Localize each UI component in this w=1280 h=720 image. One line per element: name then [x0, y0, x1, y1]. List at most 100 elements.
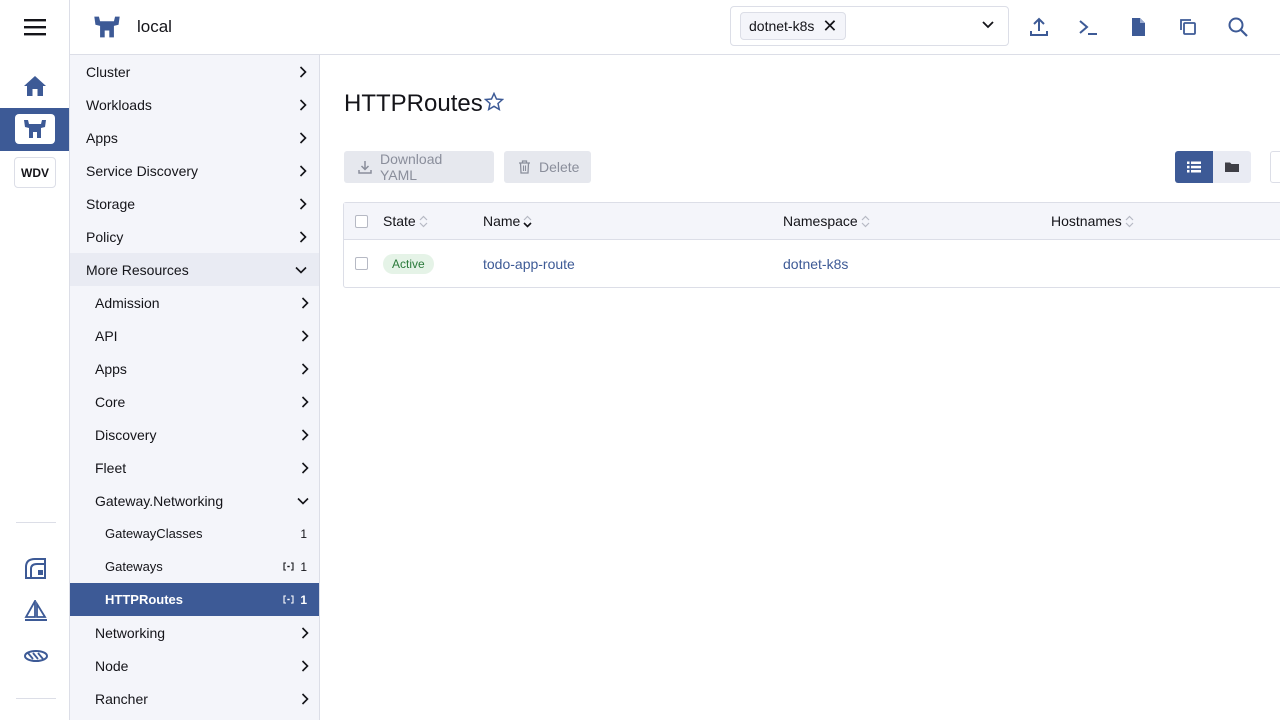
nav-group-fleet[interactable]: Fleet — [70, 451, 319, 484]
chevron-right-icon — [301, 693, 309, 705]
nav-group-label: Core — [95, 393, 126, 410]
list-icon — [1187, 161, 1201, 173]
delete-label: Delete — [539, 159, 580, 175]
nav-group-label: Fleet — [95, 459, 127, 476]
nav-group-rancher[interactable]: Rancher — [70, 682, 319, 715]
status-badge: Active — [383, 253, 434, 274]
column-hostnames-label: Hostnames — [1051, 213, 1122, 229]
chevron-right-icon — [301, 330, 309, 342]
select-all-checkbox[interactable] — [355, 203, 368, 239]
resource-count: 1 — [283, 560, 307, 574]
nav-item-label: Service Discovery — [86, 162, 199, 179]
chevron-down-icon[interactable] — [982, 21, 994, 29]
nav-group-networking[interactable]: Networking — [70, 616, 319, 649]
download-yaml-label: Download YAML — [380, 151, 443, 183]
cluster-name: local — [137, 17, 172, 36]
sort-icon — [1125, 215, 1134, 228]
chevron-right-icon — [299, 132, 307, 144]
nav-group-label: Gateway.Networking — [95, 492, 224, 509]
nav-group-node[interactable]: Node — [70, 649, 319, 682]
chevron-right-icon — [299, 165, 307, 177]
nav-group-core[interactable]: Core — [70, 385, 319, 418]
nav-group-discovery[interactable]: Discovery — [70, 418, 319, 451]
favorite-star-icon[interactable] — [484, 92, 504, 112]
nav-item-cluster[interactable]: Cluster — [70, 55, 319, 88]
chevron-down-icon — [295, 266, 307, 274]
kubectl-shell-icon[interactable] — [1077, 16, 1099, 38]
virtualization-icon[interactable] — [23, 644, 49, 668]
chevron-right-icon — [299, 231, 307, 243]
resource-table: State Name Namespace Hostnames Active to… — [343, 202, 1280, 288]
table-search-input[interactable] — [1270, 151, 1280, 183]
chevron-down-icon — [297, 497, 309, 505]
resource-count: 1 — [300, 527, 307, 541]
delete-button[interactable]: Delete — [504, 151, 591, 183]
nav-item-workloads[interactable]: Workloads — [70, 88, 319, 121]
row-checkbox[interactable] — [355, 240, 368, 287]
nav-group-api[interactable]: API — [70, 319, 319, 352]
namespace-filter-select[interactable]: dotnet-k8s ✕ — [730, 6, 1009, 46]
download-icon — [358, 160, 372, 174]
cluster-wdv-button[interactable]: WDV — [14, 157, 56, 188]
nav-group-label: Rancher — [95, 690, 148, 707]
nav-item-label: HTTPRoutes — [105, 592, 183, 607]
chevron-right-icon — [301, 396, 309, 408]
nav-group-label: Apps — [95, 360, 127, 377]
column-namespace-label: Namespace — [783, 213, 858, 229]
nav-item-label: Policy — [86, 228, 124, 245]
resource-name-link[interactable]: todo-app-route — [483, 256, 575, 272]
group-by-namespace-button[interactable] — [1213, 151, 1251, 183]
count-value: 1 — [300, 592, 307, 607]
rail-divider-bottom — [16, 698, 56, 699]
nav-item-label: Workloads — [86, 96, 152, 113]
namespace-chip-label: dotnet-k8s — [749, 18, 815, 34]
namespace-chip: dotnet-k8s ✕ — [740, 12, 847, 40]
import-yaml-upload-icon[interactable] — [1028, 16, 1050, 38]
nav-item-storage[interactable]: Storage — [70, 187, 319, 220]
nav-item-label: Storage — [86, 195, 136, 212]
table-row: Active todo-app-route dotnet-k8s — [344, 240, 1280, 287]
download-yaml-button[interactable]: Download YAML — [344, 151, 494, 183]
download-kubeconfig-file-icon[interactable] — [1127, 16, 1149, 38]
column-state-label: State — [383, 213, 416, 229]
nav-group-label: Admission — [95, 294, 160, 311]
nav-item-gateways[interactable]: Gateways 1 — [70, 550, 319, 583]
nav-group-gateway-networking[interactable]: Gateway.Networking — [70, 484, 319, 517]
nav-item-httproutes[interactable]: HTTPRoutes 1 — [70, 583, 319, 616]
rail-divider — [16, 522, 56, 523]
namespace-link[interactable]: dotnet-k8s — [783, 256, 848, 272]
nav-item-apps[interactable]: Apps — [70, 121, 319, 154]
chevron-right-icon — [301, 297, 309, 309]
cluster-local-icon — [15, 114, 55, 144]
copy-kubeconfig-icon[interactable] — [1177, 16, 1199, 38]
column-namespace[interactable]: Namespace — [783, 203, 870, 239]
flat-list-view-button[interactable] — [1175, 151, 1213, 183]
chevron-right-icon — [299, 99, 307, 111]
extensions-icon[interactable] — [23, 556, 49, 580]
nav-group-admission[interactable]: Admission — [70, 286, 319, 319]
count-value: 1 — [300, 559, 307, 574]
chevron-right-icon — [301, 627, 309, 639]
count-value: 1 — [300, 526, 307, 541]
nav-item-gatewayclasses[interactable]: GatewayClasses 1 — [70, 517, 319, 550]
search-icon[interactable] — [1227, 16, 1249, 38]
side-nav: Cluster Workloads Apps Service Discovery Sto… — [70, 55, 320, 720]
column-state[interactable]: State — [383, 203, 428, 239]
home-icon[interactable] — [23, 75, 47, 97]
chevron-right-icon — [301, 429, 309, 441]
nav-item-more-resources[interactable]: More Resources — [70, 253, 319, 286]
continuous-delivery-sailboat-icon[interactable] — [23, 600, 49, 624]
chevron-right-icon — [301, 660, 309, 672]
nav-group-apps[interactable]: Apps — [70, 352, 319, 385]
nav-item-policy[interactable]: Policy — [70, 220, 319, 253]
column-hostnames[interactable]: Hostnames — [1051, 203, 1134, 239]
nav-group-label: Node — [95, 657, 129, 674]
nav-item-label: Cluster — [86, 63, 131, 80]
hamburger-menu-icon[interactable] — [23, 17, 47, 37]
chevron-right-icon — [301, 462, 309, 474]
nav-item-service-discovery[interactable]: Service Discovery — [70, 154, 319, 187]
icon-rail: WDV — [0, 0, 70, 720]
column-name[interactable]: Name — [483, 203, 532, 239]
remove-namespace-icon[interactable]: ✕ — [822, 17, 837, 35]
cluster-local-button[interactable] — [0, 108, 69, 151]
